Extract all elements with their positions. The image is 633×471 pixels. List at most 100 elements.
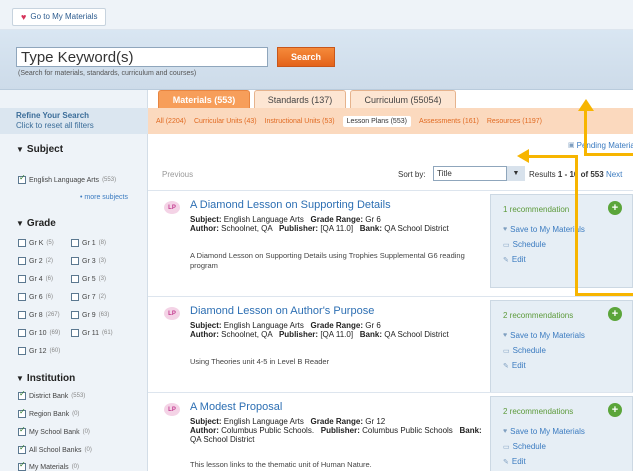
facet-item-grade[interactable]: Gr 3 (3) xyxy=(71,257,106,265)
next-page-link[interactable]: Next xyxy=(606,170,622,179)
edit-link[interactable]: ✎ Edit xyxy=(503,255,526,264)
meta-publisher: Columbus Public Schools xyxy=(362,426,453,435)
facet-item-grade[interactable]: Gr 1 (8) xyxy=(71,239,106,247)
previous-page-link[interactable]: Previous xyxy=(162,170,193,179)
facet-item-grade[interactable]: Gr 2 (2) xyxy=(18,257,53,265)
result-title-link[interactable]: A Modest Proposal xyxy=(190,401,282,413)
recommendations-count[interactable]: 1 recommendation xyxy=(503,205,569,214)
facet-item-grade[interactable]: Gr 10 (69) xyxy=(18,329,60,337)
checkbox[interactable] xyxy=(18,347,26,355)
edit-link[interactable]: ✎ Edit xyxy=(503,361,526,370)
subnav-instructional-units[interactable]: Instructional Units (53) xyxy=(265,118,335,125)
edit-link[interactable]: ✎ Edit xyxy=(503,457,526,466)
facet-item-label: English Language Arts xyxy=(29,176,100,184)
checkbox[interactable] xyxy=(18,275,26,283)
checkbox[interactable] xyxy=(18,329,26,337)
add-recommendation-icon[interactable]: + xyxy=(608,307,622,321)
subnav-lesson-plans[interactable]: Lesson Plans (553) xyxy=(342,115,411,127)
reset-filters-link[interactable]: Click to reset all filters xyxy=(16,121,132,131)
facet-item-institution[interactable]: My School Bank(0) xyxy=(18,425,90,436)
checkbox[interactable] xyxy=(71,257,79,265)
facet-item-label: Gr 12 xyxy=(29,347,47,355)
subject-facet-header[interactable]: ▼ Subject xyxy=(16,144,63,155)
checkbox-checked[interactable] xyxy=(18,425,26,436)
checkbox-checked[interactable] xyxy=(18,443,26,454)
checkbox-checked[interactable] xyxy=(18,460,26,471)
facet-item-grade[interactable]: Gr 6 (6) xyxy=(18,293,53,301)
result-meta: Subject: English Language Arts Grade Ran… xyxy=(190,321,490,339)
subnav-all[interactable]: All (2204) xyxy=(156,118,186,125)
facet-item-label: My Materials xyxy=(29,463,69,471)
tab-curriculum[interactable]: Curriculum (55054) xyxy=(350,90,456,109)
action-label: Save to My Materials xyxy=(510,427,585,436)
checkbox[interactable] xyxy=(18,257,26,265)
facet-item-grade[interactable]: Gr 5 (3) xyxy=(71,275,106,283)
institution-facet-header[interactable]: ▼ Institution xyxy=(16,373,75,384)
schedule-link[interactable]: ▭ Schedule xyxy=(503,346,546,355)
save-to-my-materials-link[interactable]: ♥ Save to My Materials xyxy=(503,331,585,340)
checkbox[interactable] xyxy=(18,239,26,247)
facet-item-grade[interactable]: Gr 8 (267) xyxy=(18,311,60,319)
facet-item-label: Gr 11 xyxy=(82,329,99,337)
go-to-my-materials-button[interactable]: ♥ Go to My Materials xyxy=(12,8,107,26)
facet-item-grade[interactable]: Gr 7 (2) xyxy=(71,293,106,301)
facet-item-count: (0) xyxy=(71,464,80,470)
checkbox[interactable] xyxy=(71,311,79,319)
pencil-icon: ✎ xyxy=(503,458,509,466)
checkbox[interactable] xyxy=(71,275,79,283)
checkbox-checked[interactable] xyxy=(18,173,26,184)
action-label: Edit xyxy=(511,457,526,466)
result-title-link[interactable]: Diamond Lesson on Author's Purpose xyxy=(190,305,374,317)
save-to-my-materials-link[interactable]: ♥ Save to My Materials xyxy=(503,225,585,234)
search-button[interactable]: Search xyxy=(277,47,335,67)
tab-materials[interactable]: Materials (553) xyxy=(158,90,250,109)
schedule-link[interactable]: ▭ Schedule xyxy=(503,442,546,451)
schedule-link[interactable]: ▭ Schedule xyxy=(503,240,546,249)
keyword-search-input[interactable] xyxy=(16,47,268,67)
facet-item-count: (8) xyxy=(98,240,106,246)
subnav-resources[interactable]: Resources (1197) xyxy=(487,118,542,125)
facet-item-institution[interactable]: My Materials(0) xyxy=(18,460,80,471)
subnav-assessments[interactable]: Assessments (161) xyxy=(419,118,479,125)
pending-materials-link[interactable]: ▣ Pending Materials xyxy=(568,141,633,150)
facet-item-label: Gr 6 xyxy=(29,293,43,301)
recommendations-count[interactable]: 2 recommendations xyxy=(503,407,573,416)
facet-item-institution[interactable]: District Bank(553) xyxy=(18,389,85,400)
save-to-my-materials-link[interactable]: ♥ Save to My Materials xyxy=(503,427,585,436)
search-band: Search (Search for materials, standards,… xyxy=(0,30,633,90)
result-title-link[interactable]: A Diamond Lesson on Supporting Details xyxy=(190,199,391,211)
refine-title: Refine Your Search xyxy=(16,111,90,120)
facet-item-grade[interactable]: Gr 11 (61) xyxy=(71,329,113,337)
checkbox[interactable] xyxy=(18,293,26,301)
facet-item-grade[interactable]: Gr 12 (60) xyxy=(18,347,60,355)
result-card: LP A Modest Proposal Subject: English La… xyxy=(148,392,633,471)
meta-label: Grade Range: xyxy=(310,215,363,224)
chevron-down-icon[interactable]: ▼ xyxy=(506,166,525,181)
checkbox[interactable] xyxy=(71,293,79,301)
tab-standards[interactable]: Standards (137) xyxy=(254,90,346,109)
add-recommendation-icon[interactable]: + xyxy=(608,201,622,215)
add-recommendation-icon[interactable]: + xyxy=(608,403,622,417)
pencil-icon: ✎ xyxy=(503,256,509,264)
facet-item-grade[interactable]: Gr 4 (6) xyxy=(18,275,53,283)
recommendations-count[interactable]: 2 recommendations xyxy=(503,311,573,320)
checkbox[interactable] xyxy=(18,311,26,319)
grade-facet-header[interactable]: ▼ Grade xyxy=(16,218,56,229)
lesson-plan-badge-icon: LP xyxy=(164,201,180,214)
facet-item-grade[interactable]: Gr K (5) xyxy=(18,239,54,247)
facet-item-label: Gr 2 xyxy=(29,257,43,265)
facet-item-count: (60) xyxy=(49,348,61,354)
checkbox-checked[interactable] xyxy=(18,407,26,418)
checkbox[interactable] xyxy=(71,239,79,247)
collapse-triangle-icon: ▼ xyxy=(16,374,24,383)
facet-item-grade[interactable]: Gr 9 (63) xyxy=(71,311,109,319)
facet-item-institution[interactable]: All School Banks(0) xyxy=(18,443,92,454)
subnav-curricular-units[interactable]: Curricular Units (43) xyxy=(194,118,257,125)
facet-item-institution[interactable]: Region Bank(0) xyxy=(18,407,79,418)
facet-item-english-language-arts[interactable]: English Language Arts (553) xyxy=(18,173,116,184)
annotation-arrow-line xyxy=(575,155,578,295)
checkbox-checked[interactable] xyxy=(18,389,26,400)
checkbox[interactable] xyxy=(71,329,79,337)
meta-grade: Gr 6 xyxy=(365,215,381,224)
more-subjects-link[interactable]: • more subjects xyxy=(80,194,128,201)
